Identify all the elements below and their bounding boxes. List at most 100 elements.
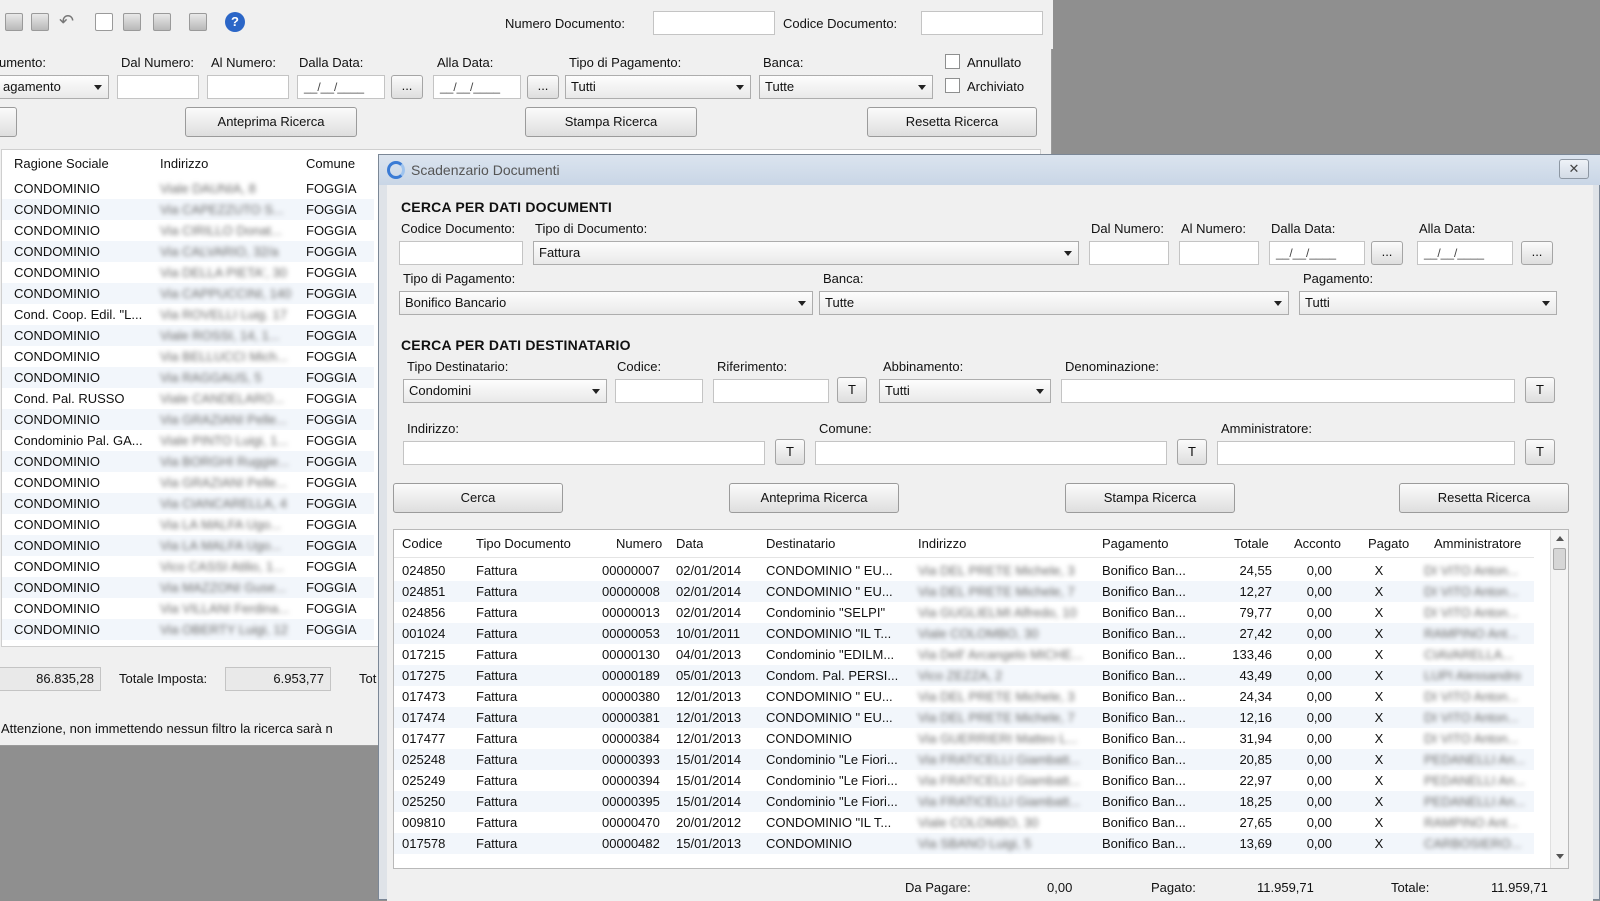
table-row[interactable]: CONDOMINIO Via CAPPUCCINI, 140 FOGGIA [2,283,374,304]
annullato-checkbox[interactable] [945,54,960,69]
codice-documento-input[interactable] [399,241,523,265]
table-row[interactable]: Condominio Pal. GA... Viale PINTO Luigi, … [2,430,374,451]
table-row[interactable]: CONDOMINIO Via RAGGAUS, 5 FOGGIA [2,367,374,388]
table-row[interactable]: CONDOMINIO Via GRAZIANI Pelle... FOGGIA [2,472,374,493]
export-icon[interactable] [153,13,171,31]
table-row[interactable]: 017275 Fattura 00000189 05/01/2013 Condom. P… [394,665,1534,686]
archiviato-checkbox[interactable] [945,78,960,93]
print-icon[interactable] [123,13,141,31]
table-row[interactable]: 025250 Fattura 00000395 15/01/2014 Condomini… [394,791,1534,812]
col-ragione-sociale[interactable]: Ragione Sociale [14,156,109,171]
table-row[interactable]: 017473 Fattura 00000380 12/01/2013 CONDOMINI… [394,686,1534,707]
indirizzo-input[interactable] [403,441,765,465]
col-numero[interactable]: Numero [616,530,662,558]
stampa-ricerca-button[interactable]: Stampa Ricerca [525,107,697,137]
binoculars-icon[interactable] [189,13,207,31]
resetta-ricerca-button[interactable]: Resetta Ricerca [867,107,1037,137]
resetta-ricerca-button[interactable]: Resetta Ricerca [1399,483,1569,513]
table-row[interactable]: CONDOMINIO Via LA MALFA Ugo... FOGGIA [2,514,374,535]
table-row[interactable]: CONDOMINIO Viale ROSSI, 14, 1... FOGGIA [2,325,374,346]
table-row[interactable]: CONDOMINIO Via GRAZIANI Pelle... FOGGIA [2,409,374,430]
documento-select[interactable]: agamento [0,75,109,99]
table-row[interactable]: 017215 Fattura 00000130 04/01/2013 Condomini… [394,644,1534,665]
table-row[interactable]: 024851 Fattura 00000008 02/01/2014 CONDOMINI… [394,581,1534,602]
codice-documento-input[interactable] [921,11,1043,35]
denominazione-search-button[interactable]: T [1525,377,1555,403]
tipo-documento-select[interactable]: Fattura [533,241,1079,265]
col-indirizzo[interactable]: Indirizzo [160,156,208,171]
indirizzo-search-button[interactable]: T [775,439,805,465]
anteprima-ricerca-button[interactable]: Anteprima Ricerca [729,483,899,513]
tipo-destinatario-select[interactable]: Condomini [403,379,607,403]
paste-icon[interactable] [31,13,49,31]
cerca-button[interactable]: Cerca [393,483,563,513]
table-row[interactable]: Cond. Coop. Edil. "L... Via ROVELLI Luig.… [2,304,374,325]
scroll-thumb[interactable] [1553,548,1566,570]
table-row[interactable]: 025248 Fattura 00000393 15/01/2014 Condomini… [394,749,1534,770]
table-row[interactable]: CONDOMINIO Via BELLUCCI Mich... FOGGIA [2,346,374,367]
table-row[interactable]: CONDOMINIO Via CAPEZZUTO S... FOGGIA [2,199,374,220]
scroll-up-arrow-icon[interactable] [1556,536,1564,541]
anteprima-ricerca-button[interactable]: Anteprima Ricerca [185,107,357,137]
dal-numero-input[interactable] [117,75,199,99]
document-icon[interactable] [95,13,113,31]
al-numero-input[interactable] [207,75,289,99]
denominazione-input[interactable] [1061,379,1515,403]
col-pagato[interactable]: Pagato [1368,530,1409,558]
table-row[interactable]: Cond. Pal. RUSSO Viale CANDELARO... FOGGIA [2,388,374,409]
col-comune[interactable]: Comune [306,156,355,171]
table-row[interactable]: CONDOMINIO Via DELLA PIETA', 30 FOGGIA [2,262,374,283]
banca-select[interactable]: Tutte [819,291,1289,315]
col-totale[interactable]: Totale [1234,530,1269,558]
tipo-pagamento-select[interactable]: Tutti [565,75,751,99]
undo-icon[interactable]: ↶ [59,11,74,32]
col-destinatario[interactable]: Destinatario [766,530,835,558]
pagamento-select[interactable]: Tutti [1299,291,1557,315]
banca-select[interactable]: Tutte [759,75,933,99]
comune-input[interactable] [815,441,1167,465]
table-row[interactable]: CONDOMINIO Via OBERTY Luigi, 12 FOGGIA [2,619,374,640]
alla-data-picker-button[interactable]: ... [527,75,559,99]
cerca-button[interactable] [0,107,17,137]
table-row[interactable]: CONDOMINIO Via MAZZONI Guse... FOGGIA [2,577,374,598]
al-numero-input[interactable] [1179,241,1259,265]
col-pagamento[interactable]: Pagamento [1102,530,1169,558]
close-button[interactable]: ✕ [1559,159,1589,179]
table-row[interactable]: CONDOMINIO Via BORGHI Ruggie... FOGGIA [2,451,374,472]
dalla-data-input[interactable]: __/__/____ [1269,241,1365,265]
dal-numero-input[interactable] [1089,241,1169,265]
alla-data-picker-button[interactable]: ... [1521,241,1553,265]
col-tipo-documento[interactable]: Tipo Documento [476,530,571,558]
abbinamento-select[interactable]: Tutti [879,379,1051,403]
table-row[interactable]: CONDOMINIO Via VILLANI Ferdina... FOGGIA [2,598,374,619]
col-amministratore[interactable]: Amministratore [1434,530,1521,558]
vertical-scrollbar[interactable] [1550,530,1568,868]
table-row[interactable]: 017578 Fattura 00000482 15/01/2013 CONDOMINI… [394,833,1534,854]
alla-data-input[interactable]: __/__/____ [1417,241,1513,265]
table-row[interactable]: 017477 Fattura 00000384 12/01/2013 CONDOMINI… [394,728,1534,749]
help-icon[interactable]: ? [225,12,245,32]
table-row[interactable]: CONDOMINIO Via CIRILLO Donat... FOGGIA [2,220,374,241]
col-data[interactable]: Data [676,530,703,558]
dalla-data-picker-button[interactable]: ... [1371,241,1403,265]
table-row[interactable]: 024856 Fattura 00000013 02/01/2014 Condomini… [394,602,1534,623]
col-acconto[interactable]: Acconto [1294,530,1341,558]
stampa-ricerca-button[interactable]: Stampa Ricerca [1065,483,1235,513]
amministratore-input[interactable] [1217,441,1515,465]
table-row[interactable]: CONDOMINIO Via CALVARIO, 32/a FOGGIA [2,241,374,262]
col-codice[interactable]: Codice [402,530,442,558]
table-row[interactable]: CONDOMINIO Vico CASSI Atilio, 1... FOGGIA [2,556,374,577]
numero-documento-input[interactable] [653,11,775,35]
dalla-data-picker-button[interactable]: ... [391,75,423,99]
table-row[interactable]: CONDOMINIO Via CIANCARELLA, 4 FOGGIA [2,493,374,514]
table-row[interactable]: CONDOMINIO Viale DAUNIA, 8 FOGGIA [2,178,374,199]
table-row[interactable]: CONDOMINIO Via LA MALFA Ugo... FOGGIA [2,535,374,556]
codice-input[interactable] [615,379,703,403]
table-row[interactable]: 009810 Fattura 00000470 20/01/2012 CONDOMINI… [394,812,1534,833]
col-indirizzo[interactable]: Indirizzo [918,530,966,558]
riferimento-search-button[interactable]: T [837,377,867,403]
scroll-down-arrow-icon[interactable] [1556,854,1564,859]
table-row[interactable]: 001024 Fattura 00000053 10/01/2011 CONDOMINI… [394,623,1534,644]
table-row[interactable]: 024850 Fattura 00000007 02/01/2014 CONDOMINI… [394,560,1534,581]
alla-data-input[interactable]: __/__/____ [433,75,521,99]
